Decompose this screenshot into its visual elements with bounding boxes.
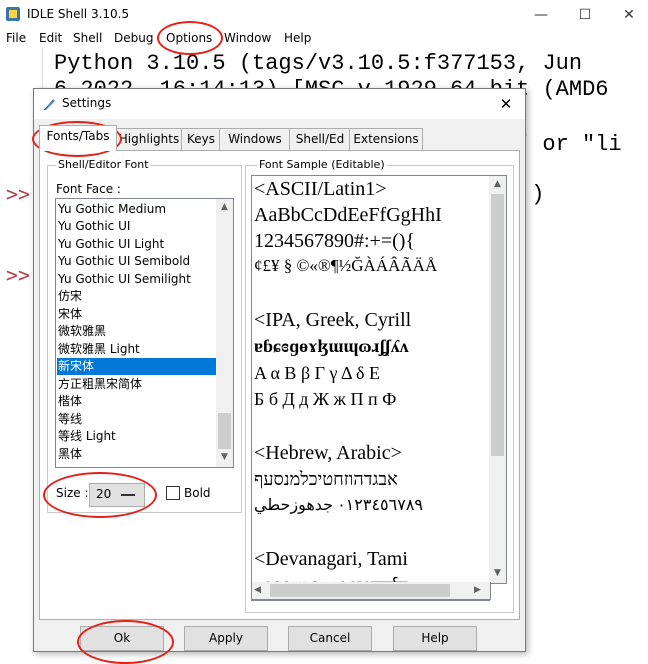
font-face-list[interactable]: Yu Gothic Medium Yu Gothic UI Yu Gothic … bbox=[55, 198, 218, 468]
list-item[interactable]: Yu Gothic UI Light bbox=[57, 236, 217, 253]
sample-line: ɐɓɕɞɡɵɤɮɯɰɷɹʃʆʎʌ bbox=[254, 336, 409, 356]
scroll-up-arrow-icon[interactable]: ▲ bbox=[489, 176, 506, 193]
sample-group-label: Font Sample (Editable) bbox=[257, 158, 387, 171]
menu-shell[interactable]: Shell bbox=[73, 31, 102, 45]
dialog-close-icon[interactable]: ✕ bbox=[492, 93, 520, 115]
menu-debug[interactable]: Debug bbox=[114, 31, 153, 45]
sample-line: 1234567890#:+=(){ bbox=[254, 230, 416, 252]
sample-line: ¢£¥ § ©«®¶½ĞÀÁÂÃÄÅ bbox=[254, 256, 438, 275]
list-item[interactable]: 黑体 bbox=[57, 446, 217, 463]
shell-banner-line1: Python 3.10.5 (tags/v3.10.5:f377153, Jun bbox=[54, 51, 583, 76]
list-item-selected[interactable]: 新宋体 bbox=[57, 358, 217, 375]
sample-line: <Devanagari, Tami bbox=[254, 548, 408, 570]
scroll-down-arrow-icon[interactable]: ▼ bbox=[489, 565, 506, 582]
feather-icon bbox=[43, 99, 55, 111]
list-item[interactable]: Yu Gothic UI Semibold bbox=[57, 253, 217, 270]
menubar: File Edit Shell Debug Options Window Hel… bbox=[0, 30, 648, 48]
font-face-label: Font Face : bbox=[56, 182, 121, 196]
scroll-thumb[interactable] bbox=[491, 194, 504, 456]
list-item[interactable]: 方正粗黑宋简体 bbox=[57, 376, 217, 393]
list-item[interactable]: 微软雅黑 bbox=[57, 323, 217, 340]
menu-file[interactable]: File bbox=[6, 31, 26, 45]
shell-banner-line3: " or "li bbox=[516, 132, 622, 157]
sample-line: <Hebrew, Arabic> bbox=[254, 442, 402, 464]
sample-line: Б б Д д Ж ж П п Ф bbox=[254, 389, 397, 409]
font-list-scrollbar[interactable]: ▲ ▼ bbox=[216, 198, 234, 468]
sample-line: <IPA, Greek, Cyrill bbox=[254, 309, 412, 331]
sample-line: ٠١٢٣٤٥٦٧٨٩ جدهوزحطي bbox=[254, 497, 424, 514]
sample-vertical-scrollbar[interactable]: ▲ ▼ bbox=[489, 175, 507, 584]
list-item[interactable]: Yu Gothic UI bbox=[57, 218, 217, 235]
list-item[interactable]: 等线 Light bbox=[57, 428, 217, 445]
minimize-icon[interactable]: — bbox=[526, 4, 556, 26]
shell-prompt: >> bbox=[6, 182, 31, 206]
scroll-left-arrow-icon[interactable]: ◀ bbox=[254, 582, 268, 599]
bold-checkbox[interactable] bbox=[166, 486, 180, 500]
tab-fonts-tabs[interactable]: Fonts/Tabs bbox=[39, 125, 117, 151]
sample-line: Α α Β β Γ γ Δ δ Ε bbox=[254, 363, 381, 383]
list-item[interactable]: Yu Gothic UI Semilight bbox=[57, 271, 217, 288]
settings-dialog: Settings ✕ Fonts/Tabs Highlights Keys Wi… bbox=[33, 88, 526, 652]
annotation-circle-size bbox=[43, 472, 157, 518]
cancel-button[interactable]: Cancel bbox=[288, 626, 372, 651]
annotation-circle-ok bbox=[77, 620, 174, 664]
menu-help[interactable]: Help bbox=[284, 31, 311, 45]
font-sample-text[interactable]: <ASCII/Latin1> AaBbCcDdEeFfGgHhI 1234567… bbox=[251, 175, 490, 601]
list-item[interactable]: 微软雅黑 Light bbox=[57, 341, 217, 358]
scroll-up-arrow-icon[interactable]: ▲ bbox=[216, 199, 233, 216]
help-button[interactable]: Help bbox=[393, 626, 477, 651]
tab-windows[interactable]: Windows bbox=[219, 128, 291, 150]
tab-extensions[interactable]: Extensions bbox=[349, 128, 423, 150]
scroll-thumb[interactable] bbox=[218, 413, 231, 449]
menu-window[interactable]: Window bbox=[224, 31, 271, 45]
tab-shell-ed[interactable]: Shell/Ed bbox=[289, 128, 351, 150]
shell-prompt: >> bbox=[6, 263, 31, 287]
dialog-titlebar: Settings ✕ bbox=[34, 89, 525, 119]
window-title: IDLE Shell 3.10.5 bbox=[27, 7, 130, 21]
scroll-down-arrow-icon[interactable]: ▼ bbox=[216, 449, 233, 466]
idle-app-icon bbox=[6, 7, 20, 21]
list-item[interactable]: 等线 bbox=[57, 411, 217, 428]
list-item[interactable]: 楷体 bbox=[57, 393, 217, 410]
tab-highlights[interactable]: Highlights bbox=[115, 128, 183, 150]
sample-line: <ASCII/Latin1> bbox=[254, 178, 387, 200]
annotation-circle-options bbox=[157, 21, 223, 55]
dialog-title: Settings bbox=[62, 96, 112, 110]
bold-label: Bold bbox=[184, 486, 211, 500]
sample-line: AaBbCcDdEeFfGgHhI bbox=[254, 204, 442, 226]
menu-edit[interactable]: Edit bbox=[39, 31, 62, 45]
maximize-icon[interactable]: ☐ bbox=[570, 4, 600, 26]
list-item[interactable]: 仿宋 bbox=[57, 288, 217, 305]
close-window-icon[interactable]: ✕ bbox=[614, 4, 644, 26]
list-item[interactable]: 宋体 bbox=[57, 306, 217, 323]
window-titlebar: IDLE Shell 3.10.5 — ☐ ✕ bbox=[0, 0, 648, 30]
sample-line: אבגדהוזחטיכלמנסעף bbox=[254, 469, 398, 489]
list-item[interactable]: Yu Gothic Medium bbox=[57, 201, 217, 218]
scroll-thumb[interactable] bbox=[270, 584, 450, 597]
sample-horizontal-scrollbar[interactable]: ◀ ▶ bbox=[251, 582, 491, 600]
scroll-right-arrow-icon[interactable]: ▶ bbox=[474, 582, 488, 599]
font-group-label: Shell/Editor Font bbox=[56, 158, 151, 171]
tab-keys[interactable]: Keys bbox=[181, 128, 221, 150]
apply-button[interactable]: Apply bbox=[184, 626, 268, 651]
